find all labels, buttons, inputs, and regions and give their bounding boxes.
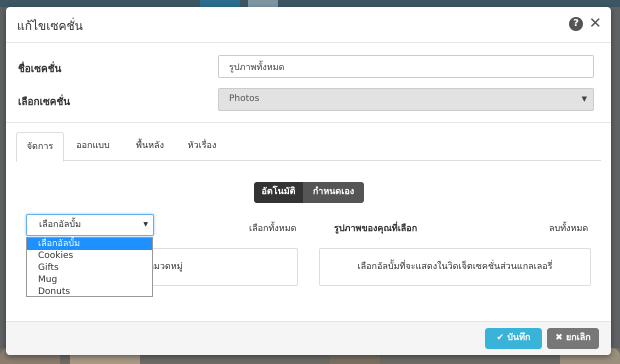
mode-auto-button[interactable]: อัตโนมัติ [254,182,303,203]
save-button[interactable]: ✔ บันทึก [485,328,542,349]
mode-toggle: อัตโนมัติ กำหนดเอง [254,182,364,203]
background-page-block [200,0,240,7]
section-name-label: ชื่อเซคชั่น [18,64,62,75]
background-page-block [248,0,278,7]
section-select[interactable]: Photos ▼ [218,88,594,111]
album-option[interactable]: เลือกอัลบั้ม [27,238,152,250]
help-icon[interactable]: ? [569,17,583,31]
tab-background[interactable]: พื้นหลัง [126,132,174,161]
tab-design[interactable]: ออกแบบ [69,132,117,161]
album-option[interactable]: Donuts [27,286,152,298]
modal-title: แก้ไขเซคชั่น [17,19,83,33]
modal-footer: ✔ บันทึก ✖ ยกเลิก [6,321,611,355]
selected-photos-title: รูปภาพของคุณที่เลือก [334,224,418,234]
background-page-strip [0,0,620,7]
remove-all-link[interactable]: ลบทั้งหมด [549,221,588,235]
selected-photos-empty-message: เลือกอัลบั้มที่จะแสดงในวิดเจ็ตเซคชั่นส่ว… [357,262,553,272]
caret-down-icon: ▼ [143,221,148,228]
modal-header: แก้ไขเซคชั่น ? ✕ [6,7,611,43]
album-select[interactable]: เลือกอัลบั้ม ▼ [26,214,154,236]
section-select-label: เลือกเซคชั่น [18,97,71,108]
section-name-input[interactable] [218,55,594,78]
mode-manual-button[interactable]: กำหนดเอง [303,182,364,203]
tab-bar: จัดการ ออกแบบ พื้นหลัง หัวเรื่อง [16,132,601,162]
tab-heading[interactable]: หัวเรื่อง [178,132,226,161]
close-icon[interactable]: ✕ [589,14,602,32]
section-select-value: Photos [229,94,260,104]
select-all-link[interactable]: เลือกทั้งหมด [249,221,296,235]
cancel-button[interactable]: ✖ ยกเลิก [547,328,599,349]
caret-down-icon: ▼ [581,95,587,103]
tab-manage[interactable]: จัดการ [16,132,64,162]
edit-section-modal: แก้ไขเซคชั่น ? ✕ ชื่อเซคชั่น เลือกเซคชั่… [6,7,611,355]
album-dropdown-list: เลือกอัลบั้ม Cookies Gifts Mug Donuts [26,237,153,297]
category-hint: หมวดหมู่ [148,262,183,272]
album-select-value: เลือกอัลบั้ม [39,220,82,230]
selected-photos-panel: เลือกอัลบั้มที่จะแสดงในวิดเจ็ตเซคชั่นส่ว… [319,248,591,286]
album-option[interactable]: Mug [27,274,152,286]
album-option[interactable]: Cookies [27,250,152,262]
divider [6,122,611,123]
album-option[interactable]: Gifts [27,262,152,274]
